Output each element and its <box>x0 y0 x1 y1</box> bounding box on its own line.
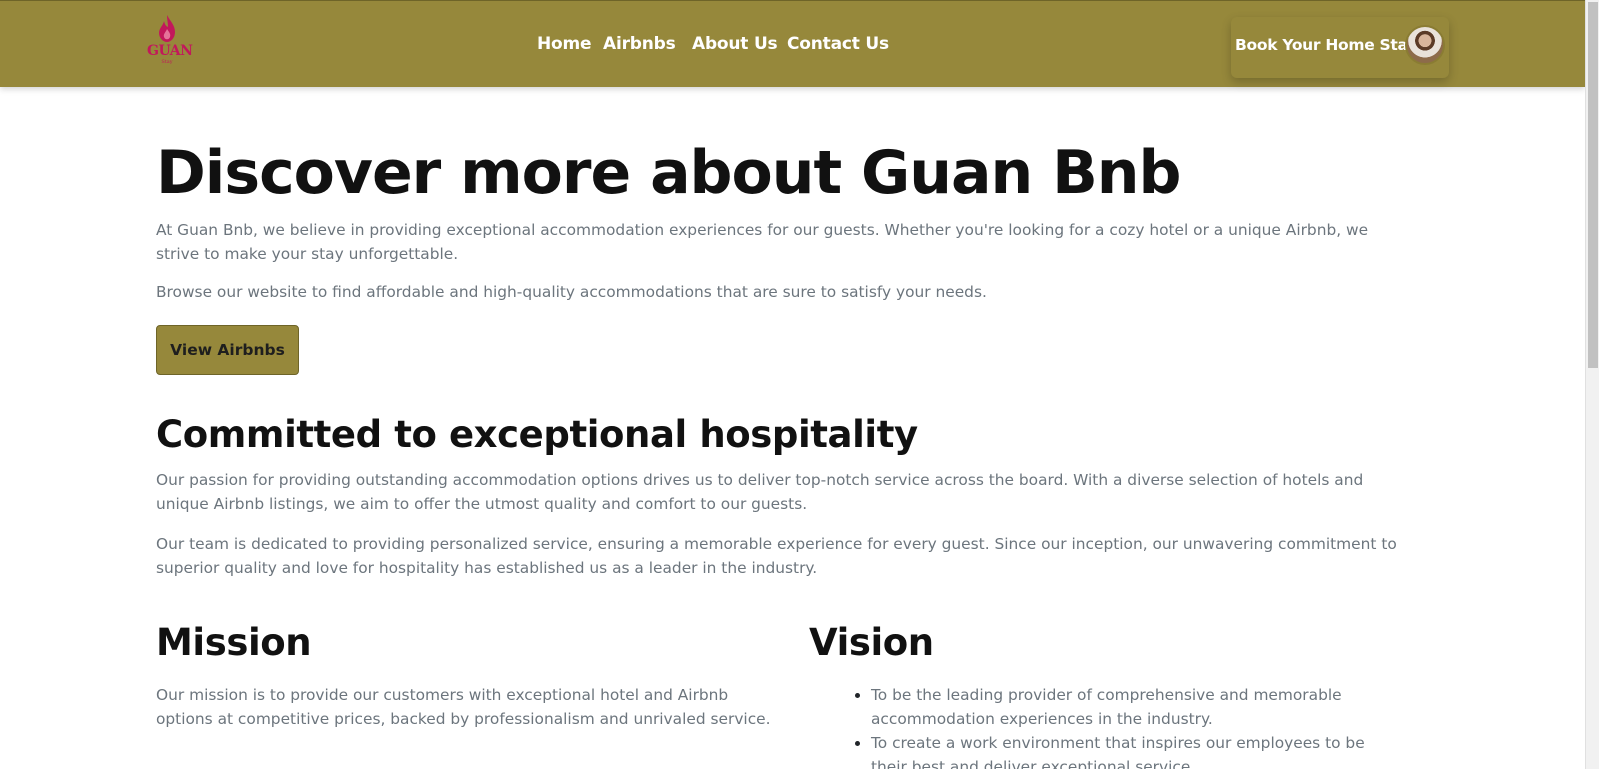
nav-link-about-us[interactable]: About Us <box>692 34 778 54</box>
book-home-stay-button[interactable]: Book Your Home Stay <box>1231 17 1449 78</box>
vision-heading: Vision <box>809 621 934 664</box>
page-title: Discover more about Guan Bnb <box>156 138 1181 208</box>
brand-name: GUAN <box>147 43 193 59</box>
vision-item: To create a work environment that inspir… <box>871 731 1394 769</box>
book-home-stay-label: Book Your Home Stay <box>1235 36 1417 54</box>
brand-logo[interactable]: GUAN Stay <box>147 14 193 72</box>
page-scrollbar[interactable] <box>1585 0 1599 769</box>
top-navbar: GUAN Stay Home Airbnbs About Us Contact … <box>0 0 1585 87</box>
view-airbnbs-button[interactable]: View Airbnbs <box>156 325 299 375</box>
nav-link-home[interactable]: Home <box>537 34 592 54</box>
hero-paragraph-2: Browse our website to find affordable an… <box>156 283 987 301</box>
user-avatar-icon[interactable] <box>1405 25 1445 65</box>
brand-tagline: Stay <box>161 59 173 65</box>
commitment-heading: Committed to exceptional hospitality <box>156 413 918 456</box>
commitment-paragraph-2: Our team is dedicated to providing perso… <box>156 535 1397 577</box>
commitment-paragraph-1: Our passion for providing outstanding ac… <box>156 471 1364 513</box>
flame-icon <box>159 15 175 42</box>
hero-paragraph-1: At Guan Bnb, we believe in providing exc… <box>156 221 1369 263</box>
nav-link-contact-us[interactable]: Contact Us <box>787 34 889 54</box>
mission-heading: Mission <box>156 621 312 664</box>
vision-list: To be the leading provider of comprehens… <box>849 683 1394 769</box>
mission-text: Our mission is to provide our customers … <box>156 686 771 728</box>
nav-link-airbnbs[interactable]: Airbnbs <box>603 34 676 54</box>
scrollbar-thumb[interactable] <box>1588 2 1598 368</box>
vision-item: To be the leading provider of comprehens… <box>871 683 1394 731</box>
